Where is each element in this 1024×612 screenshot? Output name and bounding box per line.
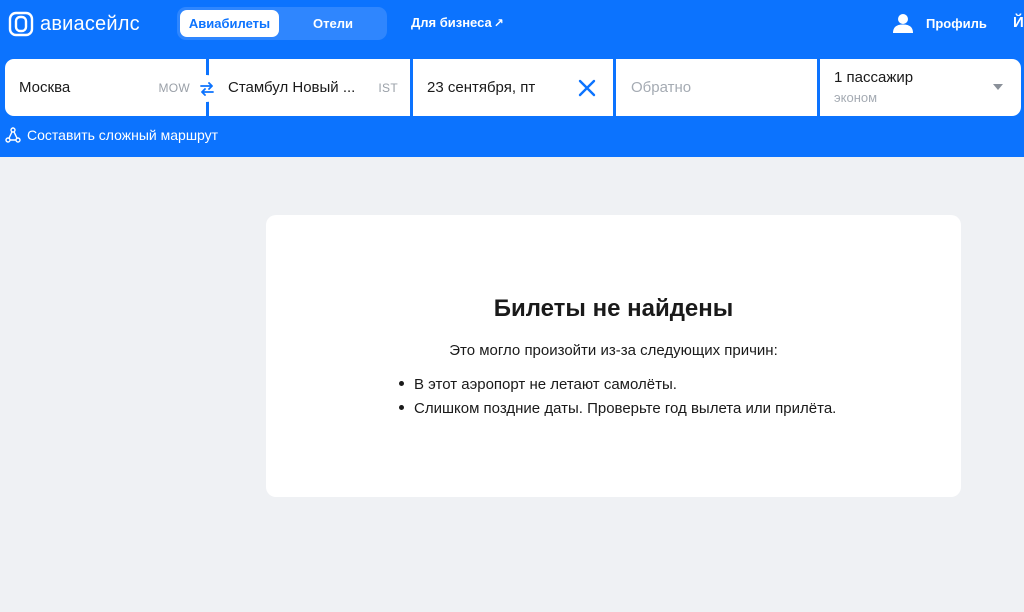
tab-hotels[interactable]: Отели <box>285 10 381 37</box>
origin-code: MOW <box>158 81 190 95</box>
no-results-card: Билеты не найдены Это могло произойти из… <box>266 215 961 497</box>
destination-field[interactable]: Стамбул Новый ... IST <box>209 59 410 116</box>
swap-button[interactable] <box>193 75 220 102</box>
depart-date-field[interactable]: 23 сентября, пт <box>413 59 613 116</box>
complex-route-label: Составить сложный маршрут <box>27 127 219 143</box>
top-navigation: авиасейлс Авиабилеты Отели Для бизнеса ↗… <box>0 0 1024 48</box>
search-form: Москва MOW Стамбул Новый ... IST 23 сент… <box>5 59 1021 116</box>
business-link-label: Для бизнеса <box>411 15 492 30</box>
bullet <box>399 404 404 410</box>
destination-code: IST <box>378 81 398 95</box>
return-placeholder: Обратно <box>631 79 692 96</box>
reason-text: Слишком поздние даты. Проверьте год выле… <box>414 400 837 417</box>
reasons-list: В этот аэропорт не летают самолёты. Слиш… <box>399 373 836 421</box>
reason-text: В этот аэропорт не летают самолёты. <box>414 376 677 393</box>
list-item: В этот аэропорт не летают самолёты. <box>399 373 836 397</box>
tab-flights[interactable]: Авиабилеты <box>180 10 279 37</box>
list-item: Слишком поздние даты. Проверьте год выле… <box>399 397 836 421</box>
product-tabs: Авиабилеты Отели <box>177 7 387 40</box>
origin-city: Москва <box>19 79 71 96</box>
depart-date: 23 сентября, пт <box>427 79 536 96</box>
brand-name: авиасейлс <box>40 12 140 35</box>
language-switch[interactable]: Й <box>1013 14 1024 31</box>
return-date-field[interactable]: Обратно <box>616 59 817 116</box>
header: авиасейлс Авиабилеты Отели Для бизнеса ↗… <box>0 0 1024 157</box>
passenger-count: 1 пассажир <box>834 69 914 86</box>
no-results-title: Билеты не найдены <box>493 295 734 322</box>
passengers-field[interactable]: 1 пассажир эконом <box>820 59 1021 116</box>
cabin-class: эконом <box>834 90 878 105</box>
business-link[interactable]: Для бизнеса ↗ <box>411 15 504 30</box>
destination-city: Стамбул Новый ... <box>228 79 356 96</box>
logo[interactable]: авиасейлс <box>8 8 140 40</box>
profile-label: Профиль <box>926 15 987 31</box>
close-icon[interactable] <box>577 78 597 98</box>
swap-arrows-icon <box>199 81 214 96</box>
user-icon <box>893 14 913 33</box>
no-results-subtitle: Это могло произойти из-за следующих прич… <box>449 342 778 359</box>
complex-route-link[interactable]: Составить сложный маршрут <box>5 127 218 143</box>
chevron-down-icon <box>993 84 1003 90</box>
external-arrow-icon: ↗ <box>493 15 504 30</box>
origin-field[interactable]: Москва MOW <box>5 59 206 116</box>
route-nodes-icon <box>5 127 21 143</box>
profile-button[interactable]: Профиль <box>892 12 987 34</box>
bullet <box>399 380 404 386</box>
aviasales-logo-icon <box>8 11 34 37</box>
